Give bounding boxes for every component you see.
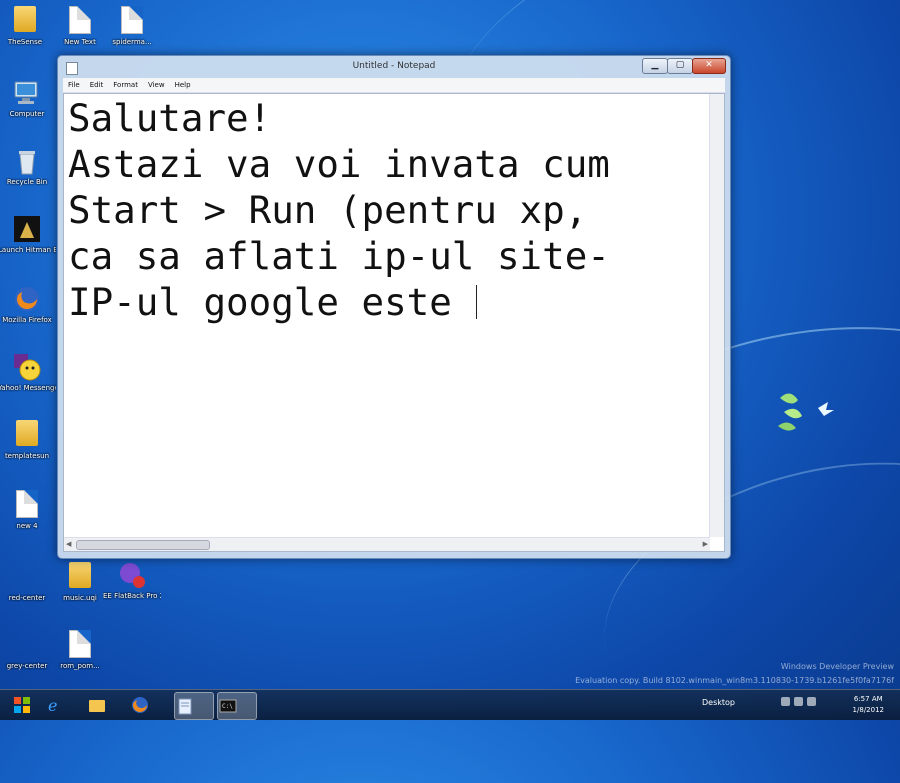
desktop-icon-spiderman[interactable]: spiderma...: [103, 6, 161, 46]
text-line: Astazi va voi invata cum: [68, 142, 610, 186]
title-bar[interactable]: Untitled - Notepad ▁ ▢ ✕: [58, 56, 730, 78]
system-clock[interactable]: 6:57 AM 1/8/2012: [853, 694, 884, 716]
taskbar-internet-explorer[interactable]: e: [44, 692, 82, 718]
desktop-icon-launch-hitman[interactable]: Launch Hitman Blo...: [0, 214, 56, 254]
desktop-toolbar-label[interactable]: Desktop: [702, 698, 735, 707]
text-file-icon: [69, 6, 91, 34]
watermark-build: Evaluation copy. Build 8102.winmain_win8…: [575, 676, 894, 685]
tray-flag-icon[interactable]: [781, 697, 790, 706]
firefox-icon: [132, 697, 148, 713]
computer-icon: [14, 81, 38, 104]
minimize-button[interactable]: ▁: [642, 58, 668, 74]
wallpaper-bird-logo: [778, 393, 834, 431]
menu-edit[interactable]: Edit: [85, 81, 109, 89]
desktop-icon-new-text[interactable]: New Text: [51, 6, 109, 46]
menu-file[interactable]: File: [63, 81, 85, 89]
taskbar-command-prompt[interactable]: C:\: [217, 692, 257, 720]
desktop-icon-recycle-bin[interactable]: Recycle Bin: [0, 146, 56, 186]
taskbar-file-explorer[interactable]: [87, 692, 125, 718]
watermark-title: Windows Developer Preview: [780, 662, 894, 671]
application-icon: [120, 563, 145, 588]
svg-text:C:\: C:\: [222, 703, 233, 710]
horizontal-scrollbar[interactable]: ◀ ▶: [64, 537, 710, 551]
text-line: Salutare!: [68, 96, 272, 140]
command-prompt-icon: C:\: [219, 699, 237, 713]
desktop-icon-grey-center[interactable]: grey-center: [0, 630, 56, 670]
taskbar: e C:\ Desktop 6:57 AM 1/8/2012: [0, 689, 900, 720]
svg-text:e: e: [48, 696, 57, 714]
folder-icon: [69, 562, 91, 588]
recycle-bin-icon: [19, 151, 35, 175]
desktop-icon-firefox[interactable]: Mozilla Firefox: [0, 284, 56, 324]
text-line: Start > Run (pentru xp,: [68, 188, 588, 232]
menu-bar: File Edit Format View Help: [63, 78, 725, 93]
clock-time: 6:57 AM: [853, 695, 883, 703]
scroll-left-icon[interactable]: ◀: [66, 540, 71, 548]
notepad-window[interactable]: Untitled - Notepad ▁ ▢ ✕ File Edit Forma…: [57, 55, 731, 559]
text-file-icon: [69, 630, 91, 658]
text-line: IP-ul google este: [68, 280, 475, 324]
yahoo-messenger-icon: [14, 354, 41, 381]
clock-date: 1/8/2012: [852, 706, 884, 714]
tray-volume-icon[interactable]: [807, 697, 816, 706]
close-button[interactable]: ✕: [692, 58, 726, 74]
windows-logo-icon: [14, 697, 30, 713]
start-button[interactable]: [4, 693, 40, 717]
text-file-icon: [16, 490, 38, 518]
vertical-scrollbar[interactable]: [709, 94, 724, 537]
taskbar-notepad[interactable]: [174, 692, 214, 720]
menu-help[interactable]: Help: [170, 81, 196, 89]
desktop-icon-thesense[interactable]: TheSense: [0, 6, 54, 46]
firefox-icon: [15, 287, 39, 311]
taskbar-firefox[interactable]: [130, 692, 168, 718]
tray-network-icon[interactable]: [794, 697, 803, 706]
menu-view[interactable]: View: [143, 81, 170, 89]
menu-format[interactable]: Format: [108, 81, 143, 89]
folder-icon: [14, 6, 36, 32]
text-cursor: [476, 285, 478, 319]
desktop-icon-red-center[interactable]: red-center: [0, 562, 56, 602]
desktop-icon-new-4[interactable]: new 4: [0, 490, 56, 530]
folder-icon: [89, 700, 105, 712]
document-text[interactable]: Salutare! Astazi va voi invata cum Start >…: [68, 95, 708, 537]
text-line: ca sa aflati ip-ul site-: [68, 234, 610, 278]
desktop-icon-computer[interactable]: Computer: [0, 78, 56, 118]
notification-area: [781, 697, 816, 706]
desktop-icon-templatesun[interactable]: templatesun: [0, 420, 56, 460]
text-editor-area[interactable]: Salutare! Astazi va voi invata cum Start >…: [63, 93, 725, 552]
scroll-right-icon[interactable]: ▶: [703, 540, 708, 548]
internet-explorer-icon: e: [48, 696, 57, 715]
desktop-icon-yahoo-messenger[interactable]: Yahoo! Messenger: [0, 352, 56, 392]
folder-icon: [16, 420, 38, 446]
desktop-icon-music[interactable]: music.uqi: [51, 562, 109, 602]
window-title: Untitled - Notepad: [352, 61, 436, 71]
maximize-button[interactable]: ▢: [667, 58, 693, 74]
scroll-thumb[interactable]: [76, 540, 210, 550]
desktop-icon-ee-flatback[interactable]: EE FlatBack Pro 2 Facer...: [103, 560, 161, 600]
game-shortcut-icon: [14, 216, 40, 242]
notepad-icon: [178, 698, 192, 715]
desktop-icon-rom-pom[interactable]: rom_pom...: [51, 630, 109, 670]
text-file-icon: [121, 6, 143, 34]
